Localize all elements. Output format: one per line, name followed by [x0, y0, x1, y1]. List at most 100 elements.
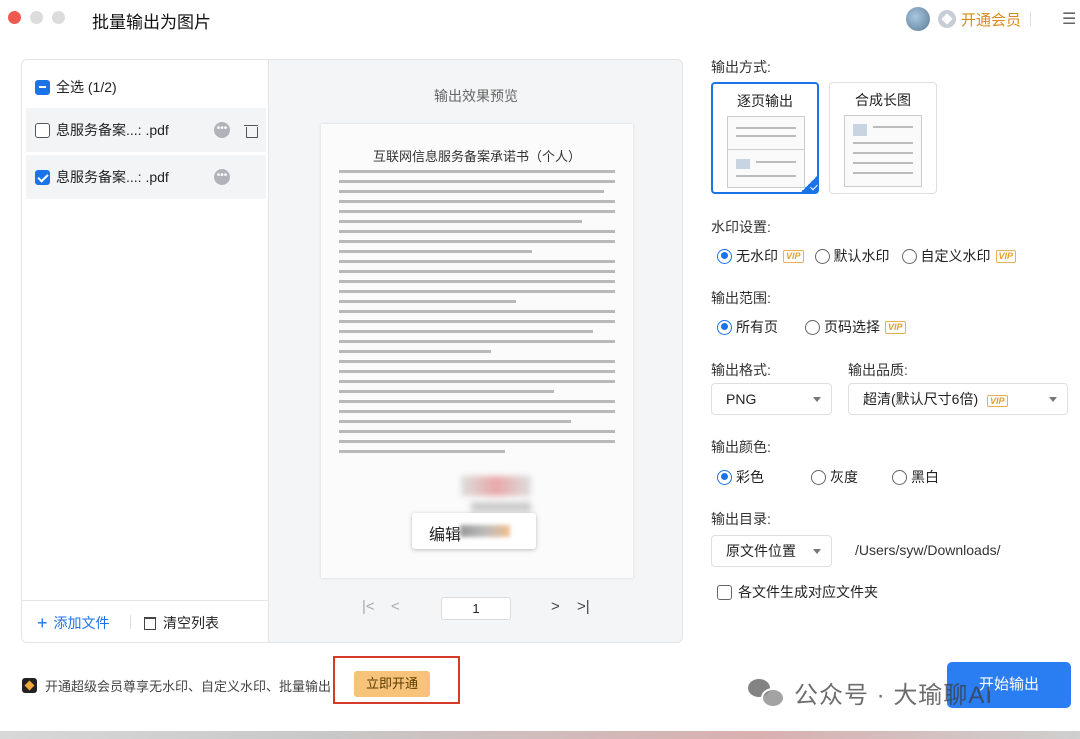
- doc-text-line: [339, 180, 615, 183]
- doc-text-line: [339, 420, 571, 423]
- mode-card-long-image[interactable]: 合成长图: [829, 82, 937, 194]
- window-close-button[interactable]: [8, 11, 21, 24]
- directory-select[interactable]: 原文件位置: [711, 535, 832, 567]
- radio-label: 默认水印: [833, 248, 890, 264]
- more-icon[interactable]: •••: [214, 169, 230, 185]
- title-bar: 批量输出为图片 开通会员 ☰: [0, 0, 1080, 38]
- watermark-label: 水印设置:: [711, 219, 771, 235]
- doc-text-line: [339, 290, 615, 293]
- radio-all-pages[interactable]: 所有页: [717, 317, 778, 337]
- doc-text-line: [339, 240, 615, 243]
- long-image-thumbnail: [844, 115, 922, 187]
- blurred-text: [460, 525, 510, 537]
- doc-text-line: [339, 440, 615, 443]
- wechat-icon: [748, 678, 785, 708]
- window-maximize-button[interactable]: [52, 11, 65, 24]
- trash-icon: [144, 616, 156, 630]
- color-label: 输出颜色:: [711, 439, 771, 455]
- mode-card-per-page[interactable]: 逐页输出: [711, 82, 819, 194]
- doc-text-line: [339, 450, 505, 453]
- watermark-text: 公众号 · 大瑜聊AI: [794, 682, 994, 709]
- file-checkbox[interactable]: [35, 169, 50, 185]
- promo-text: 开通超级会员尊享无水印、自定义水印、批量输出: [45, 679, 332, 694]
- radio-black-white[interactable]: 黑白: [892, 467, 939, 487]
- vip-diamond-icon: [22, 678, 37, 693]
- divider: [130, 615, 131, 629]
- list-footer: + 添加文件 清空列表: [22, 600, 269, 642]
- avatar[interactable]: [906, 7, 930, 31]
- mode-card-title: 合成长图: [855, 92, 911, 108]
- overlay-watermark: 公众号 · 大瑜聊AI: [748, 675, 993, 710]
- list-item[interactable]: 息服务备案...: .pdf •••: [26, 155, 266, 199]
- background-strip: [0, 731, 1080, 739]
- color-options: 彩色 灰度 黑白: [717, 467, 939, 487]
- doc-heading: 互联网信息服务备案承诺书（个人）: [372, 150, 581, 165]
- doc-text-line: [339, 250, 533, 253]
- radio-label: 黑白: [911, 469, 939, 485]
- range-options: 所有页 页码选择 VIP: [717, 317, 906, 337]
- doc-text-line: [339, 430, 615, 433]
- format-label: 输出格式:: [711, 362, 771, 378]
- per-page-thumbnail: [727, 116, 805, 188]
- vip-link[interactable]: 开通会员: [961, 9, 1021, 30]
- page-input[interactable]: 1: [441, 597, 511, 620]
- format-select[interactable]: PNG: [711, 383, 832, 415]
- more-icon[interactable]: •••: [214, 122, 230, 138]
- last-page-icon[interactable]: >|: [577, 598, 590, 615]
- radio-label: 无水印: [736, 248, 778, 264]
- radio-grayscale[interactable]: 灰度: [811, 467, 858, 487]
- plus-icon: +: [37, 613, 48, 633]
- quality-label: 输出品质:: [848, 362, 908, 378]
- doc-text-line: [339, 270, 615, 273]
- doc-text-line: [339, 210, 615, 213]
- first-page-icon[interactable]: |<: [362, 598, 375, 615]
- document-preview: 互联网信息服务备案承诺书（个人） 编辑: [321, 124, 633, 578]
- clear-list-button[interactable]: 清空列表: [144, 613, 219, 633]
- window-minimize-button[interactable]: [30, 11, 43, 24]
- vip-tag: VIP: [995, 249, 1017, 263]
- menu-icon[interactable]: ☰: [1062, 9, 1076, 29]
- radio-color[interactable]: 彩色: [717, 467, 764, 487]
- blurred-signature: [471, 502, 531, 512]
- partial-check-icon: [35, 79, 50, 95]
- subfolder-label: 各文件生成对应文件夹: [738, 584, 878, 600]
- blurred-seal: [461, 476, 531, 496]
- subfolder-checkbox[interactable]: 各文件生成对应文件夹: [717, 582, 878, 602]
- doc-text-line: [339, 390, 555, 393]
- doc-text-line: [339, 320, 615, 323]
- clear-list-label: 清空列表: [163, 615, 219, 631]
- prev-page-icon[interactable]: <: [391, 598, 400, 615]
- vip-tag: VIP: [783, 249, 804, 263]
- edit-popup[interactable]: 编辑: [412, 513, 536, 549]
- add-file-button[interactable]: + 添加文件: [37, 613, 110, 633]
- selected-check-icon: [800, 175, 818, 193]
- file-checkbox[interactable]: [35, 122, 50, 138]
- vip-tag: VIP: [885, 320, 906, 334]
- radio-custom-watermark[interactable]: 自定义水印 VIP: [901, 246, 1017, 266]
- radio-label: 彩色: [736, 469, 764, 485]
- doc-text-line: [339, 300, 516, 303]
- doc-text-line: [339, 380, 615, 383]
- radio-label: 页码选择: [824, 319, 880, 335]
- radio-no-watermark[interactable]: 无水印 VIP: [717, 246, 804, 266]
- divider: [1030, 12, 1031, 26]
- radio-default-watermark[interactable]: 默认水印: [814, 246, 890, 266]
- doc-text-line: [339, 170, 615, 173]
- vip-badge-icon: [938, 10, 956, 28]
- doc-text-line: [339, 410, 615, 413]
- list-item[interactable]: 息服务备案...: .pdf •••: [26, 108, 266, 152]
- doc-text-line: [339, 230, 615, 233]
- pager: |< < 1 > >|: [270, 597, 682, 621]
- format-value: PNG: [726, 391, 757, 407]
- range-label: 输出范围:: [711, 290, 771, 306]
- window-title: 批量输出为图片: [92, 13, 211, 32]
- next-page-icon[interactable]: >: [551, 598, 560, 615]
- chevron-down-icon: [813, 549, 821, 554]
- doc-text-line: [339, 330, 593, 333]
- trash-icon[interactable]: [244, 123, 258, 138]
- doc-text-line: [339, 350, 491, 353]
- radio-page-select[interactable]: 页码选择 VIP: [805, 317, 906, 337]
- file-name: 息服务备案...: .pdf: [56, 122, 169, 138]
- select-all-checkbox[interactable]: 全选 (1/2): [35, 77, 117, 97]
- quality-select[interactable]: 超清(默认尺寸6倍) VIP: [848, 383, 1068, 415]
